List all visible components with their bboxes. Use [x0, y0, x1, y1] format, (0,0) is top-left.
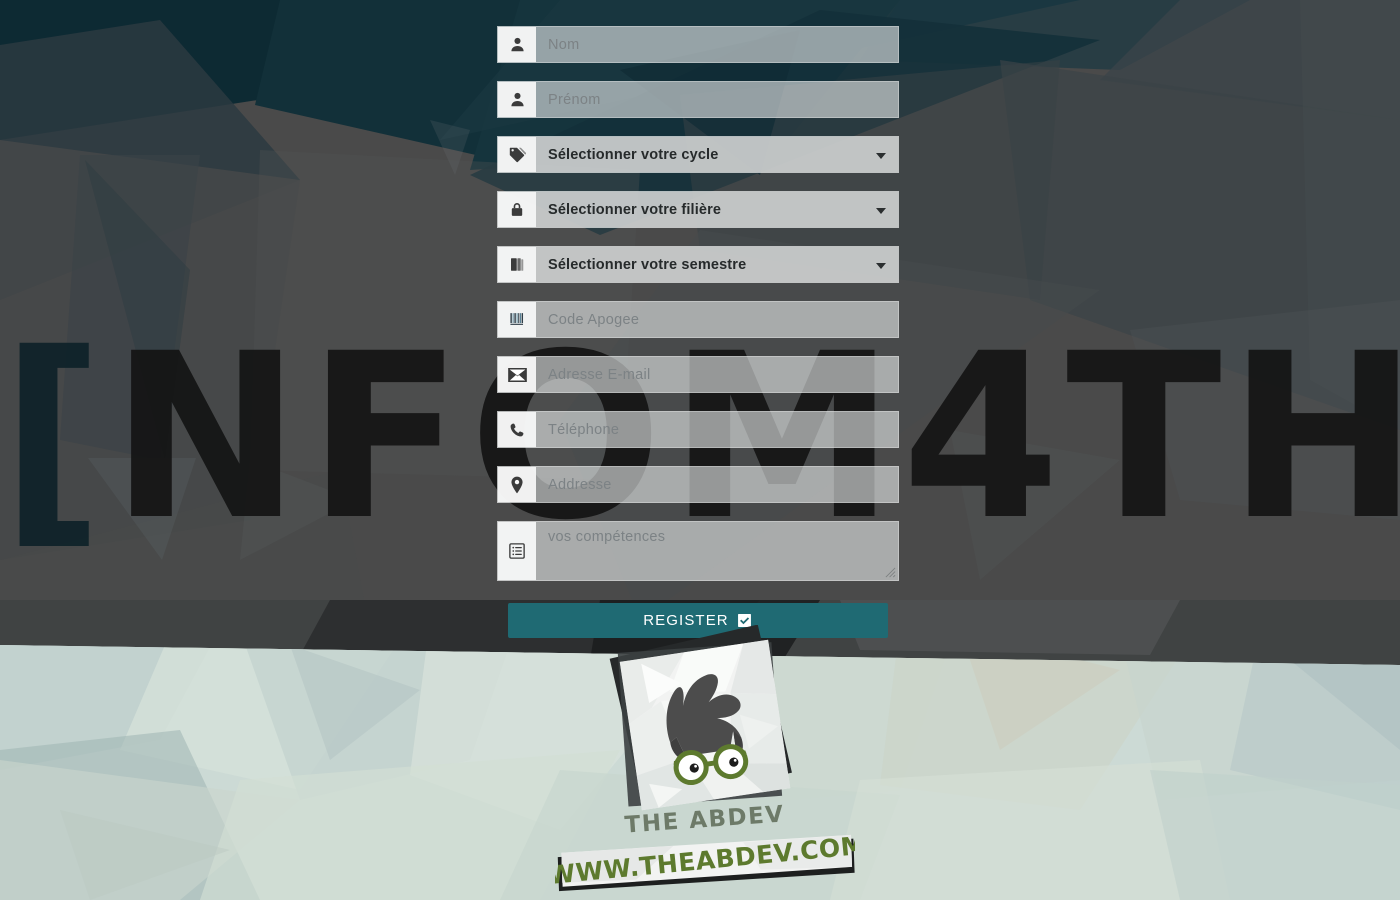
competences-placeholder: vos compétences [548, 529, 666, 545]
field-prenom[interactable]: Prénom [497, 81, 899, 118]
field-code-apogee[interactable]: Code Apogee [497, 301, 899, 338]
prenom-placeholder: Prénom [548, 91, 601, 108]
filiere-selected-label: Sélectionner votre filière [548, 201, 722, 218]
filiere-select[interactable]: Sélectionner votre filière [536, 192, 898, 227]
telephone-input[interactable]: Téléphone [536, 412, 898, 447]
nom-input[interactable]: Nom [536, 27, 898, 62]
resize-handle[interactable] [885, 567, 896, 578]
watermark-bracket-left: [ [0, 304, 111, 570]
register-button-label: REGISTER [643, 612, 729, 629]
user-icon [498, 82, 536, 117]
field-filiere[interactable]: Sélectionner votre filière [497, 191, 899, 228]
field-competences[interactable]: vos compétences [497, 521, 899, 581]
prenom-input[interactable]: Prénom [536, 82, 898, 117]
tag-icon [498, 137, 536, 172]
field-telephone[interactable]: Téléphone [497, 411, 899, 448]
competences-textarea[interactable]: vos compétences [536, 522, 898, 580]
list-icon [498, 522, 536, 580]
code-apogee-placeholder: Code Apogee [548, 311, 640, 328]
chevron-down-icon [876, 152, 886, 159]
check-square-icon [737, 614, 751, 627]
chevron-down-icon [876, 262, 886, 269]
adresse-placeholder: Addresse [548, 476, 612, 493]
page-root: [NFOM4TH] [0, 0, 1400, 900]
adresse-input[interactable]: Addresse [536, 467, 898, 502]
field-semestre[interactable]: Sélectionner votre semestre [497, 246, 899, 283]
book-icon [498, 247, 536, 282]
field-adresse[interactable]: Addresse [497, 466, 899, 503]
email-placeholder: Adresse E-mail [548, 366, 651, 383]
phone-icon [498, 412, 536, 447]
semestre-selected-label: Sélectionner votre semestre [548, 256, 747, 273]
telephone-placeholder: Téléphone [548, 421, 620, 438]
email-input[interactable]: Adresse E-mail [536, 357, 898, 392]
map-pin-icon [498, 467, 536, 502]
field-cycle[interactable]: Sélectionner votre cycle [497, 136, 899, 173]
nom-placeholder: Nom [548, 36, 580, 53]
code-apogee-input[interactable]: Code Apogee [536, 302, 898, 337]
registration-form: Nom Prénom Sélectionner votre cycle Séle… [497, 26, 899, 638]
chevron-down-icon [876, 207, 886, 214]
barcode-icon [498, 302, 536, 337]
envelope-icon [498, 357, 536, 392]
cycle-select[interactable]: Sélectionner votre cycle [536, 137, 898, 172]
semestre-select[interactable]: Sélectionner votre semestre [536, 247, 898, 282]
field-email[interactable]: Adresse E-mail [497, 356, 899, 393]
field-nom[interactable]: Nom [497, 26, 899, 63]
lock-icon [498, 192, 536, 227]
register-button[interactable]: REGISTER [508, 603, 888, 638]
cycle-selected-label: Sélectionner votre cycle [548, 146, 719, 163]
user-icon [498, 27, 536, 62]
